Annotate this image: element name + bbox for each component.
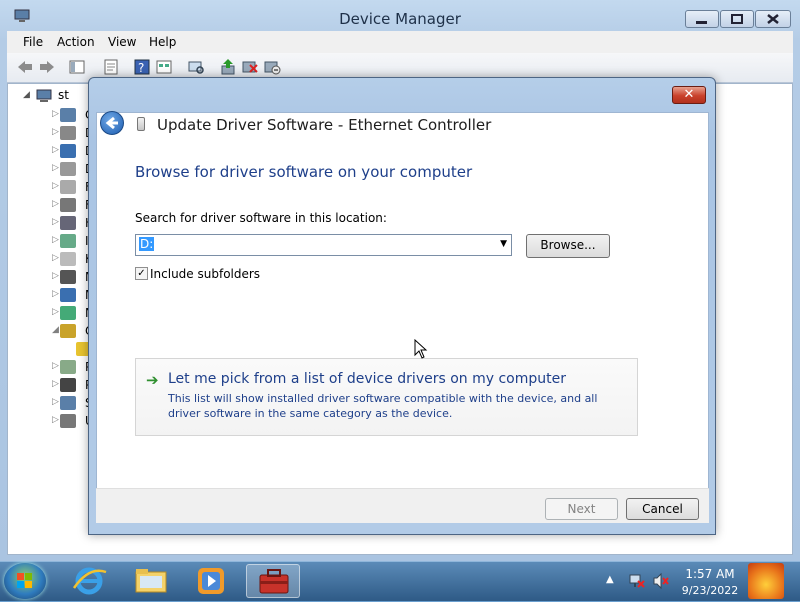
expand-arrow-icon[interactable]: ▷ xyxy=(52,109,59,119)
svg-text:?: ? xyxy=(138,61,144,75)
location-combobox[interactable]: D: ▼ xyxy=(135,234,512,256)
keyboard-icon xyxy=(60,252,76,266)
properties-icon[interactable] xyxy=(102,58,120,76)
window-title: Device Manager xyxy=(339,10,461,28)
view-icon[interactable] xyxy=(155,58,173,76)
network-adapters-icon xyxy=(60,306,76,320)
processors-icon xyxy=(60,378,76,392)
network-status-icon[interactable] xyxy=(628,572,646,593)
clock-time[interactable]: 1:57 AM xyxy=(680,567,740,581)
tree-root-label[interactable]: st xyxy=(58,88,69,102)
media-player-icon[interactable] xyxy=(184,564,238,598)
expand-arrow-icon[interactable]: ▷ xyxy=(52,253,59,263)
mouse-cursor-icon xyxy=(414,338,428,362)
other-devices-icon xyxy=(60,324,76,338)
expand-arrow-icon[interactable]: ▷ xyxy=(52,271,59,281)
device-manager-taskbar-button[interactable] xyxy=(246,564,300,598)
back-arrow-icon[interactable] xyxy=(100,111,124,135)
update-driver-dialog: ✕ Update Driver Software - Ethernet Cont… xyxy=(88,77,716,535)
expand-arrow-icon[interactable]: ▷ xyxy=(52,145,59,155)
dropdown-arrow-icon[interactable]: ▼ xyxy=(500,239,507,249)
ethernet-device-icon xyxy=(137,117,145,131)
expand-arrow-icon[interactable]: ▷ xyxy=(52,361,59,371)
expand-arrow-icon[interactable]: ▷ xyxy=(52,199,59,209)
expand-arrow-icon[interactable]: ▷ xyxy=(52,307,59,317)
volume-muted-icon[interactable] xyxy=(652,572,670,593)
page-heading: Browse for driver software on your compu… xyxy=(135,163,473,181)
menu-help[interactable]: Help xyxy=(149,35,176,49)
system-devices-icon xyxy=(60,396,76,410)
usb-controllers-icon xyxy=(60,414,76,428)
pick-option-description: This list will show installed driver sof… xyxy=(168,392,598,420)
forward-icon[interactable] xyxy=(38,58,56,76)
computer-icon xyxy=(60,108,76,122)
start-button[interactable] xyxy=(4,563,46,599)
help-icon[interactable]: ? xyxy=(133,58,151,76)
expand-arrow-icon[interactable]: ▷ xyxy=(52,379,59,389)
dialog-title: Update Driver Software - Ethernet Contro… xyxy=(157,116,492,134)
search-location-label: Search for driver software in this locat… xyxy=(135,211,387,225)
show-hidden-icons-icon[interactable]: ▲ xyxy=(606,574,614,585)
expand-arrow-icon[interactable]: ◢ xyxy=(23,90,30,100)
clock-date[interactable]: 9/23/2022 xyxy=(676,584,744,597)
floppy-controller-icon xyxy=(60,198,76,212)
disk-drives-icon xyxy=(60,126,76,140)
computer-icon xyxy=(36,89,52,103)
uninstall-icon[interactable] xyxy=(241,58,259,76)
hid-icon xyxy=(60,216,76,230)
display-adapters-icon xyxy=(60,144,76,158)
update-driver-icon[interactable] xyxy=(219,58,237,76)
browse-button[interactable]: Browse... xyxy=(526,234,610,258)
green-arrow-icon: ➔ xyxy=(146,371,159,389)
minimize-button[interactable] xyxy=(685,10,719,28)
windows-explorer-icon[interactable] xyxy=(124,564,178,598)
dvd-drive-icon xyxy=(60,162,76,176)
taskbar: ▲ 1:57 AM 9/23/2022 xyxy=(0,561,800,601)
show-hide-tree-icon[interactable] xyxy=(68,58,86,76)
floppy-drive-icon xyxy=(60,180,76,194)
expand-arrow-icon[interactable]: ▷ xyxy=(52,235,59,245)
expand-arrow-icon[interactable]: ▷ xyxy=(52,289,59,299)
pick-from-list-option[interactable]: ➔ Let me pick from a list of device driv… xyxy=(135,358,638,436)
expand-arrow-icon[interactable]: ▷ xyxy=(52,397,59,407)
dialog-close-button[interactable]: ✕ xyxy=(672,86,706,104)
expand-arrow-icon[interactable]: ◢ xyxy=(52,325,59,335)
next-button[interactable]: Next xyxy=(545,498,618,520)
menu-file[interactable]: File xyxy=(23,35,43,49)
expand-arrow-icon[interactable]: ▷ xyxy=(52,217,59,227)
include-subfolders-label[interactable]: Include subfolders xyxy=(150,267,260,281)
internet-explorer-icon[interactable] xyxy=(62,564,116,598)
pick-option-title[interactable]: Let me pick from a list of device driver… xyxy=(168,371,566,387)
close-button[interactable] xyxy=(755,10,791,28)
menu-action[interactable]: Action xyxy=(57,35,95,49)
mouse-icon xyxy=(60,270,76,284)
location-value[interactable]: D: xyxy=(139,237,155,251)
disable-icon[interactable] xyxy=(263,58,281,76)
expand-arrow-icon[interactable]: ▷ xyxy=(52,181,59,191)
expand-arrow-icon[interactable]: ▷ xyxy=(52,415,59,425)
include-subfolders-checkbox[interactable]: ✓ xyxy=(135,267,148,280)
back-icon[interactable] xyxy=(16,58,34,76)
cancel-button[interactable]: Cancel xyxy=(626,498,699,520)
ports-icon xyxy=(60,360,76,374)
menu-view[interactable]: View xyxy=(108,35,136,49)
expand-arrow-icon[interactable]: ▷ xyxy=(52,163,59,173)
maximize-button[interactable] xyxy=(720,10,754,28)
menu-bar: File Action View Help xyxy=(7,31,793,53)
monitor-icon xyxy=(60,288,76,302)
show-desktop-button[interactable] xyxy=(748,563,784,599)
ide-controller-icon xyxy=(60,234,76,248)
scan-hardware-icon[interactable] xyxy=(187,58,205,76)
expand-arrow-icon[interactable]: ▷ xyxy=(52,127,59,137)
